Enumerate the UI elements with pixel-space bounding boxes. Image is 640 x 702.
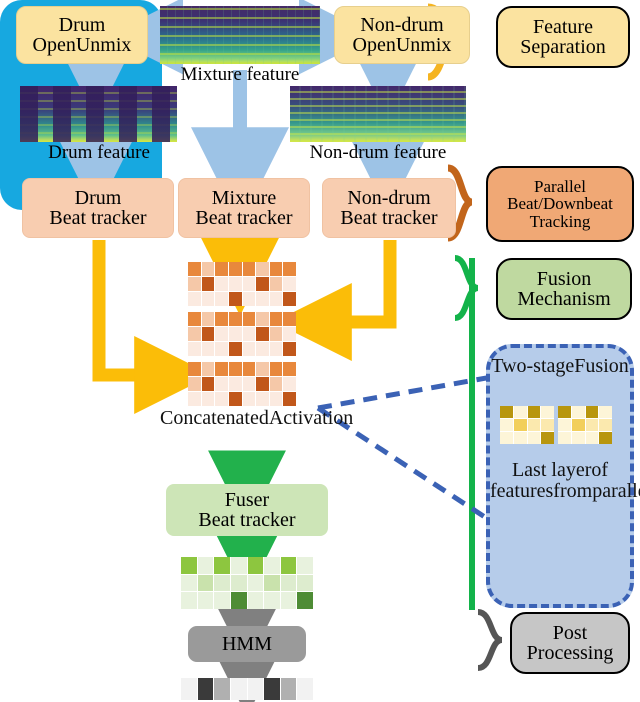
caption-drum-feature: Drum feature xyxy=(48,142,150,163)
legend-feature-separation-label: Feature Separation xyxy=(520,15,606,58)
legend-parallel-tracking-label: Parallel Beat/Downbeat Tracking xyxy=(507,177,613,231)
drum-spectrogram xyxy=(20,86,177,142)
hmm-node[interactable]: HMM xyxy=(188,626,306,662)
mixture-beat-tracker-label: Mixture Beat tracker xyxy=(195,186,293,229)
mixture-beat-tracker-node[interactable]: Mixture Beat tracker xyxy=(178,178,310,238)
activation-grid-2 xyxy=(188,312,296,356)
two-stage-grid-left xyxy=(500,406,554,444)
two-stage-fusion-panel[interactable]: Two-stageFusion Last layerof featuresfro… xyxy=(486,344,640,608)
caption-nondrum-feature: Non-drum feature xyxy=(309,142,447,163)
fuser-beat-tracker-label: Fuser Beat tracker xyxy=(198,488,296,531)
nondrum-openunmix-node[interactable]: Non-drum OpenUnmix xyxy=(334,6,470,64)
drum-beat-tracker-node[interactable]: Drum Beat tracker xyxy=(22,178,174,238)
nondrum-openunmix-label: Non-drum OpenUnmix xyxy=(352,13,452,56)
concatenated-activation-label: ConcatenatedActivation xyxy=(160,407,354,429)
post-processing-bracket xyxy=(477,609,503,671)
legend-post-processing[interactable]: Post Processing xyxy=(510,612,630,674)
two-stage-fusion-body: Last layerof featuresfromparalleltracker… xyxy=(490,459,640,503)
mixture-spectrogram xyxy=(160,6,320,64)
legend-fusion-mechanism[interactable]: Fusion Mechanism xyxy=(496,258,632,320)
drum-openunmix-label: Drum OpenUnmix xyxy=(32,13,132,56)
fuser-beat-tracker-node[interactable]: Fuser Beat tracker xyxy=(166,484,328,536)
legend-fusion-mechanism-label: Fusion Mechanism xyxy=(517,267,611,310)
legend-post-processing-label: Post Processing xyxy=(526,621,614,664)
nondrum-beat-tracker-label: Non-drum Beat tracker xyxy=(340,186,438,229)
drum-beat-tracker-label: Drum Beat tracker xyxy=(49,186,147,229)
nondrum-beat-tracker-node[interactable]: Non-drum Beat tracker xyxy=(322,178,456,238)
fuser-activation-grid xyxy=(181,557,313,609)
two-stage-fusion-title: Two-stageFusion xyxy=(491,355,629,377)
legend-parallel-tracking[interactable]: Parallel Beat/Downbeat Tracking xyxy=(486,166,634,242)
hmm-output-strip xyxy=(181,678,313,700)
fusion-bracket xyxy=(454,255,479,321)
activation-grid-1 xyxy=(188,262,296,306)
hmm-label: HMM xyxy=(221,632,272,655)
two-stage-grid-right xyxy=(558,406,612,444)
activation-grid-3 xyxy=(188,362,296,406)
caption-mixture-feature: Mixture feature xyxy=(180,64,300,85)
legend-feature-separation[interactable]: Feature Separation xyxy=(496,6,630,68)
drum-openunmix-node[interactable]: Drum OpenUnmix xyxy=(16,6,148,64)
nondrum-spectrogram xyxy=(290,86,466,142)
